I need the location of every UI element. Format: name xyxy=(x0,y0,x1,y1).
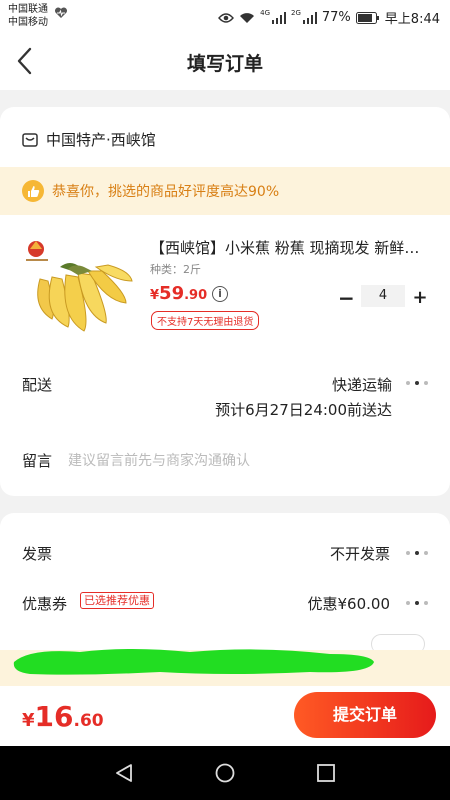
carrier-info: 中国联通 中国移动 xyxy=(8,3,48,29)
submit-order-button[interactable]: 提交订单 xyxy=(294,692,436,738)
shop-name: 中国特产·西峡馆 xyxy=(46,131,156,149)
page-title: 填写订单 xyxy=(186,53,263,75)
signal-icon xyxy=(302,11,317,24)
battery-percent: 77% xyxy=(321,10,351,25)
carrier-1: 中国联通 xyxy=(8,4,48,15)
promo-banner: 恭喜你，挑选的商品好评度高达90% xyxy=(0,167,450,215)
note-input[interactable]: 建议留言前先与商家沟通确认 xyxy=(68,450,250,470)
nav-recents-icon[interactable] xyxy=(316,763,336,783)
promo-text: 恭喜你，挑选的商品好评度高达90% xyxy=(52,184,280,200)
coupon-value: 优惠¥60.00 xyxy=(307,595,391,613)
quantity-decrease-button[interactable]: − xyxy=(338,288,355,308)
coupon-tag: 已选推荐优惠 xyxy=(80,592,154,609)
clock: 早上8:44 xyxy=(384,12,440,27)
coupon-label: 优惠券 xyxy=(22,595,68,613)
signal-icon xyxy=(272,11,286,24)
invoice-value: 不开发票 xyxy=(329,545,390,563)
delivery-method: 快递运输 xyxy=(331,376,392,394)
redaction-scribble xyxy=(13,649,375,675)
more-dots-icon[interactable] xyxy=(406,600,430,606)
price-decimal: .90 xyxy=(184,288,208,303)
delivery-label: 配送 xyxy=(22,376,53,394)
product-spec: 种类：2斤 xyxy=(150,263,201,276)
thumbs-up-icon xyxy=(22,180,44,202)
shop-row[interactable]: 中国特产·西峡馆 xyxy=(22,129,156,150)
info-icon[interactable]: i xyxy=(212,286,228,302)
header-bar: 填写订单 xyxy=(0,34,450,90)
note-label: 留言 xyxy=(22,452,53,470)
network-type-1: 4G xyxy=(260,8,270,17)
shop-icon xyxy=(22,132,38,147)
status-bar: 中国联通 中国移动 4G 2G 77% 早上8:44 xyxy=(0,0,450,34)
wifi-icon xyxy=(240,12,255,23)
battery-icon xyxy=(355,11,379,24)
total-currency: ¥ xyxy=(22,710,35,731)
delivery-eta: 预计6月27日24:00前送达 xyxy=(215,401,392,419)
carrier-2: 中国移动 xyxy=(8,17,48,28)
order-card: 中国特产·西峡馆 恭喜你，挑选的商品好评度高达90% 【西峡馆】小米蕉 粉蕉 现… xyxy=(0,107,450,496)
price-integer: 59 xyxy=(159,283,185,304)
quantity-increase-button[interactable]: + xyxy=(412,289,428,307)
total-decimal: .60 xyxy=(73,711,104,731)
checkout-bar: ¥ 16 .60 提交订单 xyxy=(0,686,450,746)
total-integer: 16 xyxy=(34,700,74,733)
eye-icon xyxy=(218,12,235,23)
quantity-input[interactable]: 4 xyxy=(361,285,405,307)
invoice-label: 发票 xyxy=(22,545,53,563)
more-dots-icon[interactable] xyxy=(406,550,430,556)
total-price: ¥ 16 .60 xyxy=(22,700,104,733)
status-indicators: 4G 2G 77% 早上8:44 xyxy=(218,8,440,27)
more-dots-icon[interactable] xyxy=(406,380,430,386)
product-image[interactable] xyxy=(22,237,134,339)
nav-home-icon[interactable] xyxy=(215,763,235,783)
product-title[interactable]: 【西峡馆】小米蕉 粉蕉 现摘现发 新鲜水果 xyxy=(150,237,430,258)
nav-back-icon[interactable] xyxy=(114,763,134,783)
price-currency: ¥ xyxy=(150,288,160,303)
product-price: ¥ 59 .90 xyxy=(150,283,207,304)
system-nav-bar xyxy=(0,746,450,800)
no-return-badge: 不支持7天无理由退货 xyxy=(151,311,260,330)
heart-pulse-icon xyxy=(54,7,68,18)
network-type-2: 2G xyxy=(291,8,301,17)
